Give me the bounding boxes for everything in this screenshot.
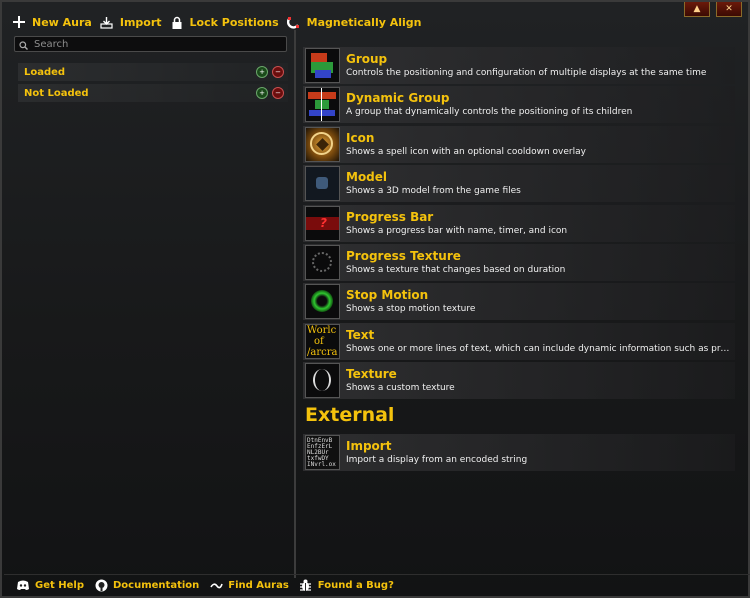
footer-divider [4, 574, 750, 575]
spell-icon [305, 126, 340, 162]
option-desc: Shows a progress bar with name, timer, a… [346, 225, 568, 236]
github-icon [94, 578, 108, 592]
window-controls: ▲ ✕ [684, 2, 742, 17]
expand-icon[interactable]: + [256, 87, 268, 99]
option-title: Group [346, 52, 388, 66]
option-group[interactable]: Group Controls the positioning and confi… [303, 47, 735, 84]
progress-texture-icon [305, 244, 340, 280]
import-string-icon: DtnEnvB EnfzErL NL2BUr txfwDY INvrl.ox [305, 435, 340, 470]
import-button[interactable]: Import [100, 15, 162, 29]
bug-icon [299, 578, 313, 592]
found-bug-link[interactable]: Found a Bug? [299, 578, 394, 592]
progress-bar-icon: ? [305, 205, 340, 241]
aura-type-list: Group Controls the positioning and confi… [303, 47, 735, 402]
new-aura-label: New Aura [32, 15, 92, 29]
option-dynamic-group[interactable]: Dynamic Group A group that dynamically c… [303, 86, 735, 124]
documentation-link[interactable]: Documentation [94, 578, 199, 592]
dynamic-group-icon [305, 87, 340, 123]
documentation-label: Documentation [113, 579, 200, 591]
option-title: Texture [346, 367, 397, 382]
collapse-icon[interactable]: − [272, 66, 284, 78]
wago-icon [209, 578, 223, 592]
tree-buttons: + − [256, 66, 284, 78]
panel-divider [294, 30, 296, 578]
option-title: Icon [346, 130, 375, 145]
option-title: Text [346, 327, 375, 342]
lock-positions-label: Lock Positions [189, 15, 279, 29]
magnetically-align-button[interactable]: Magnetically Align [287, 15, 422, 29]
import-icon [100, 15, 114, 29]
magnet-icon [287, 15, 301, 29]
option-title: Model [346, 170, 388, 185]
search-box[interactable] [14, 36, 287, 52]
option-title: Progress Texture [346, 248, 461, 263]
plus-icon [12, 15, 26, 29]
text-icon: Worlc of /arcra [305, 323, 340, 359]
external-section-title: External [305, 404, 395, 426]
lock-positions-button[interactable]: Lock Positions [170, 15, 279, 29]
option-desc: Shows one or more lines of text, which c… [346, 343, 734, 354]
option-desc: Shows a custom texture [346, 383, 455, 394]
tree-label-loaded: Loaded [24, 66, 66, 78]
option-title: Stop Motion [346, 288, 429, 303]
option-stop-motion[interactable]: Stop Motion Shows a stop motion texture [303, 283, 735, 321]
lock-icon [170, 15, 184, 29]
minimize-button[interactable]: ▲ [684, 2, 710, 17]
get-help-label: Get Help [35, 579, 84, 591]
option-text[interactable]: Worlc of /arcra Text Shows one or more l… [303, 322, 735, 360]
text-thumb-line: /arcra [307, 346, 338, 358]
group-icon [305, 48, 340, 83]
import-label: Import [119, 15, 162, 29]
option-title: Dynamic Group [346, 91, 450, 106]
option-desc: Shows a spell icon with an optional cool… [346, 146, 586, 157]
footer: Get Help Documentation Find Auras Found … [16, 578, 394, 592]
option-desc: A group that dynamically controls the po… [346, 107, 633, 118]
text-thumb-line: of [314, 335, 324, 347]
find-auras-link[interactable]: Find Auras [209, 578, 289, 592]
option-import-row[interactable]: DtnEnvB EnfzErL NL2BUr txfwDY INvrl.ox I… [303, 434, 735, 471]
tree-buttons: + − [256, 87, 284, 99]
tree-label-not-loaded: Not Loaded [24, 87, 89, 99]
discord-icon [16, 578, 30, 592]
option-desc: Import a display from an encoded string [346, 455, 528, 465]
magnetically-align-label: Magnetically Align [306, 15, 422, 29]
option-title: Progress Bar [346, 209, 434, 224]
option-title: Import [346, 439, 392, 453]
find-auras-label: Find Auras [228, 579, 289, 591]
close-button[interactable]: ✕ [716, 2, 742, 17]
option-desc: Controls the positioning and configurati… [346, 68, 707, 78]
option-model[interactable]: Model Shows a 3D model from the game fil… [303, 165, 735, 203]
addon-window: New Aura Import Lock Positions Magnetica… [0, 0, 750, 598]
expand-icon[interactable]: + [256, 66, 268, 78]
option-progress-texture[interactable]: Progress Texture Shows a texture that ch… [303, 243, 735, 281]
search-icon [19, 35, 28, 54]
found-bug-label: Found a Bug? [317, 579, 394, 591]
option-icon[interactable]: Icon Shows a spell icon with an optional… [303, 125, 735, 163]
option-progress-bar[interactable]: ? Progress Bar Shows a progress bar with… [303, 204, 735, 242]
option-desc: Shows a texture that changes based on du… [346, 264, 566, 275]
option-desc: Shows a stop motion texture [346, 304, 476, 315]
option-desc: Shows a 3D model from the game files [346, 186, 521, 197]
collapse-icon[interactable]: − [272, 87, 284, 99]
texture-icon [305, 363, 340, 399]
search-input[interactable] [32, 37, 276, 51]
get-help-link[interactable]: Get Help [16, 578, 84, 592]
option-texture[interactable]: Texture Shows a custom texture [303, 362, 735, 400]
option-import[interactable]: DtnEnvB EnfzErL NL2BUr txfwDY INvrl.ox I… [303, 434, 735, 473]
tree-group-loaded[interactable]: Loaded + − [18, 63, 288, 81]
stop-motion-icon [305, 284, 340, 320]
text-thumb-line: Worlc [307, 324, 337, 336]
new-aura-button[interactable]: New Aura [12, 15, 92, 29]
toolbar: New Aura Import Lock Positions Magnetica… [12, 11, 421, 33]
tree-group-not-loaded[interactable]: Not Loaded + − [18, 84, 288, 102]
import-thumb-line: INvrl.ox [307, 461, 336, 468]
aura-tree: Loaded + − Not Loaded + − [18, 60, 288, 570]
model-icon [305, 166, 340, 202]
